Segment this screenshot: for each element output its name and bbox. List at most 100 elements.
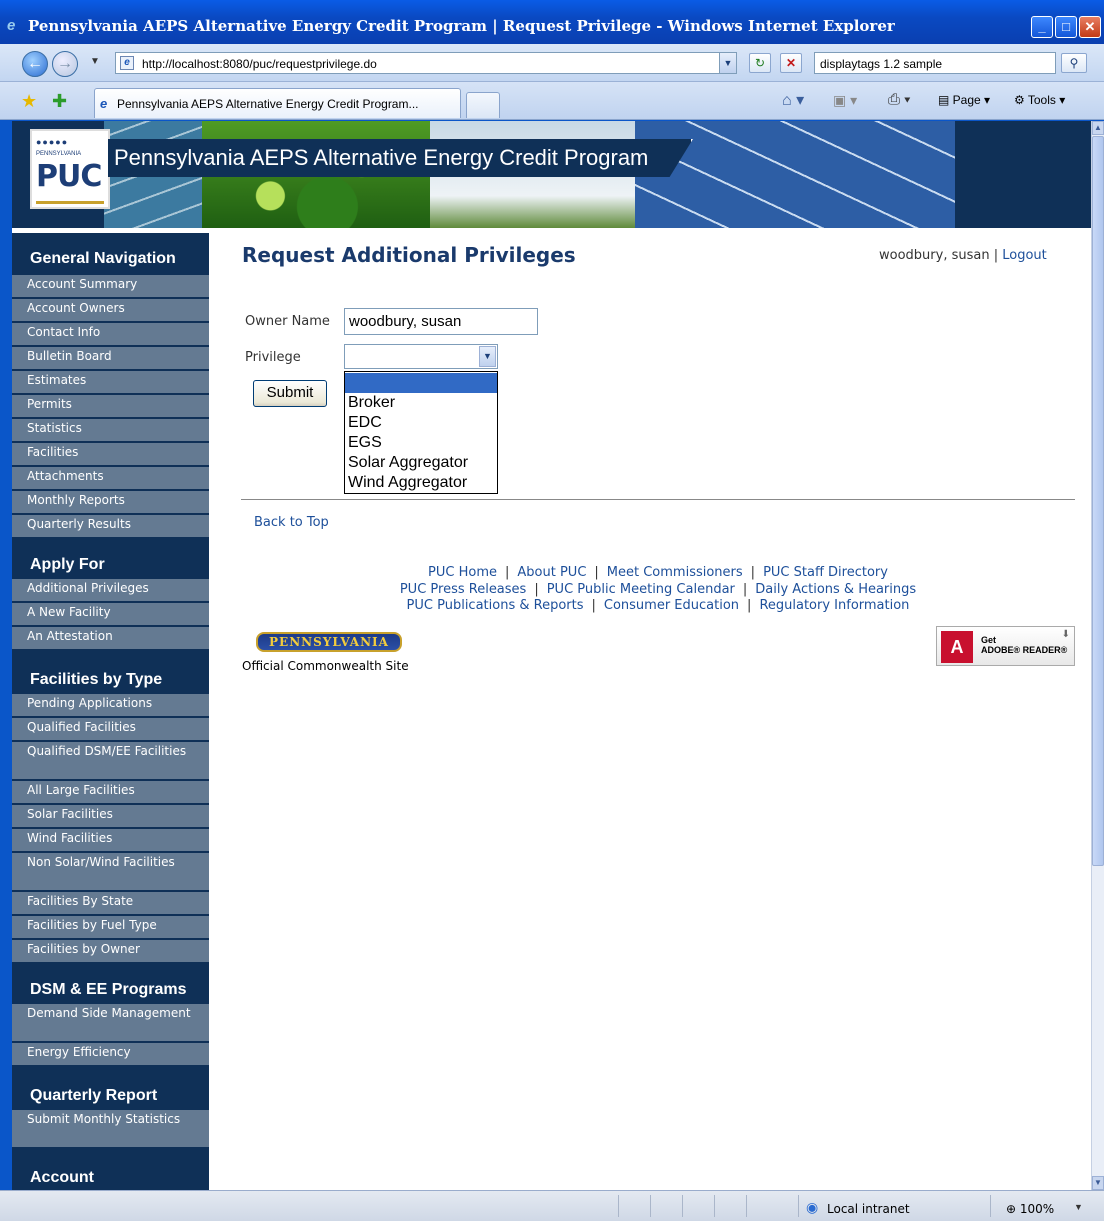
privilege-option-edc[interactable]: EDC (345, 413, 497, 433)
puc-logo[interactable]: ●●●●● PENNSYLVANIA PUC (30, 129, 110, 209)
home-icon[interactable]: ⌂ ▾ (782, 90, 804, 110)
sidebar-item-non-solar-wind[interactable]: Non Solar/Wind Facilities (12, 853, 209, 892)
recent-pages-dropdown-icon[interactable]: ▼ (90, 56, 100, 67)
scroll-up-arrow-icon[interactable]: ▲ (1092, 121, 1104, 135)
pennsylvania-logo-subtitle: Official Commonwealth Site (242, 659, 409, 673)
owner-name-field[interactable]: woodbury, susan (344, 308, 538, 335)
footer-link-regulatory-information[interactable]: Regulatory Information (759, 598, 909, 613)
url-text: http://localhost:8080/puc/requestprivile… (142, 57, 377, 71)
footer-link-about-puc[interactable]: About PUC (517, 565, 586, 580)
owner-name-label: Owner Name (245, 314, 330, 329)
logout-link[interactable]: Logout (1002, 248, 1047, 263)
status-divider (746, 1195, 747, 1217)
tab-label: Pennsylvania AEPS Alternative Energy Cre… (117, 97, 419, 111)
tools-menu[interactable]: ⚙ Tools ▾ (1014, 93, 1065, 107)
sidebar-item-bulletin-board[interactable]: Bulletin Board (12, 347, 209, 371)
sidebar-item-estimates[interactable]: Estimates (12, 371, 209, 395)
print-icon[interactable]: ⎙ ▾ (888, 91, 910, 108)
page-menu[interactable]: ▤ Page ▾ (938, 93, 990, 107)
tab-toolbar: ★ ✚ e Pennsylvania AEPS Alternative Ener… (0, 82, 1104, 120)
footer-link-puc-home[interactable]: PUC Home (428, 565, 497, 580)
window-titlebar[interactable]: e Pennsylvania AEPS Alternative Energy C… (0, 0, 1104, 44)
stop-button[interactable]: ✕ (780, 53, 802, 73)
security-zone-text: Local intranet (827, 1202, 910, 1216)
sidebar-item-facilities[interactable]: Facilities (12, 443, 209, 467)
sidebar-item-facilities-by-owner[interactable]: Facilities by Owner (12, 940, 209, 964)
sidebar-item-monthly-reports[interactable]: Monthly Reports (12, 491, 209, 515)
sidebar-item-facilities-by-fuel-type[interactable]: Facilities by Fuel Type (12, 916, 209, 940)
search-input[interactable]: displaytags 1.2 sample (814, 52, 1056, 74)
address-toolbar: ← → ▼ e http://localhost:8080/puc/reques… (0, 44, 1104, 82)
zoom-dropdown-icon[interactable]: ▼ (1074, 1202, 1083, 1212)
sidebar-item-qualified-facilities[interactable]: Qualified Facilities (12, 718, 209, 742)
adobe-get-text: Get (981, 635, 997, 645)
new-tab-button[interactable] (466, 92, 500, 118)
address-dropdown-icon[interactable]: ▼ (719, 53, 736, 73)
forward-button[interactable]: → (52, 51, 78, 77)
vertical-scrollbar[interactable]: ▲ ▼ (1091, 121, 1104, 1190)
status-divider (682, 1195, 683, 1217)
sidebar-item-statistics[interactable]: Statistics (12, 419, 209, 443)
footer-link-publications[interactable]: PUC Publications & Reports (407, 598, 584, 613)
footer-link-press-releases[interactable]: PUC Press Releases (400, 582, 526, 597)
sidebar-item-account-summary[interactable]: Account Summary (12, 275, 209, 299)
zoom-level[interactable]: ⊕ 100% (1006, 1202, 1054, 1216)
sidebar-item-solar-facilities[interactable]: Solar Facilities (12, 805, 209, 829)
back-to-top-link[interactable]: Back to Top (254, 515, 329, 530)
chevron-down-icon[interactable]: ▼ (479, 346, 496, 367)
sidebar-item-submit-monthly-statistics[interactable]: Submit Monthly Statistics (12, 1110, 209, 1149)
get-adobe-reader-badge[interactable]: A Get ADOBE® READER® ⬇ (936, 626, 1075, 666)
sidebar-item-contact-info[interactable]: Contact Info (12, 323, 209, 347)
maximize-button[interactable]: □ (1055, 16, 1077, 38)
sidebar-heading-general-navigation: General Navigation (30, 250, 176, 267)
logo-underline (36, 201, 104, 204)
footer-link-staff-directory[interactable]: PUC Staff Directory (763, 565, 888, 580)
scrollbar-thumb[interactable] (1092, 136, 1104, 866)
privilege-select[interactable]: ▼ (344, 344, 498, 369)
privilege-dropdown-list[interactable]: Broker EDC EGS Solar Aggregator Wind Agg… (344, 371, 498, 494)
sidebar-item-attestation[interactable]: An Attestation (12, 627, 209, 651)
privilege-label: Privilege (245, 350, 301, 365)
sidebar-heading-account: Account (30, 1169, 94, 1186)
minimize-button[interactable]: _ (1031, 16, 1053, 38)
search-button[interactable]: ⚲ (1061, 53, 1087, 73)
logo-state-text: PENNSYLVANIA (36, 151, 82, 157)
scroll-down-arrow-icon[interactable]: ▼ (1092, 1176, 1104, 1190)
footer-link-meeting-calendar[interactable]: PUC Public Meeting Calendar (547, 582, 735, 597)
feeds-icon[interactable]: ▣ ▾ (833, 92, 857, 109)
sidebar-item-demand-side-management[interactable]: Demand Side Management (12, 1004, 209, 1043)
sidebar-item-pending-applications[interactable]: Pending Applications (12, 694, 209, 718)
privilege-option-egs[interactable]: EGS (345, 433, 497, 453)
address-bar[interactable]: e http://localhost:8080/puc/requestprivi… (115, 52, 737, 74)
close-button[interactable]: ✕ (1079, 16, 1101, 38)
sidebar-item-energy-efficiency[interactable]: Energy Efficiency (12, 1043, 209, 1067)
sidebar-item-permits[interactable]: Permits (12, 395, 209, 419)
download-arrow-icon: ⬇ (1061, 629, 1070, 640)
footer-link-meet-commissioners[interactable]: Meet Commissioners (607, 565, 743, 580)
sidebar-item-additional-privileges[interactable]: Additional Privileges (12, 579, 209, 603)
pennsylvania-logo[interactable]: PENNSYLVANIA Official Commonwealth Site (242, 629, 417, 679)
sidebar-item-wind-facilities[interactable]: Wind Facilities (12, 829, 209, 853)
sidebar-item-account-owners[interactable]: Account Owners (12, 299, 209, 323)
footer-link-consumer-education[interactable]: Consumer Education (604, 598, 739, 613)
privilege-option-solar-aggregator[interactable]: Solar Aggregator (345, 453, 497, 473)
sidebar-item-facilities-by-state[interactable]: Facilities By State (12, 892, 209, 916)
site-banner: ●●●●● PENNSYLVANIA PUC Pennsylvania AEPS… (12, 121, 1091, 228)
privilege-option-broker[interactable]: Broker (345, 393, 497, 413)
sidebar-item-qualified-dsm-ee[interactable]: Qualified DSM/EE Facilities (12, 742, 209, 781)
footer-link-daily-actions[interactable]: Daily Actions & Hearings (755, 582, 916, 597)
banner-title: Pennsylvania AEPS Alternative Energy Cre… (114, 145, 649, 170)
privilege-option-wind-aggregator[interactable]: Wind Aggregator (345, 473, 497, 493)
tab-current[interactable]: e Pennsylvania AEPS Alternative Energy C… (94, 88, 461, 118)
back-button[interactable]: ← (22, 51, 48, 77)
sidebar-item-attachments[interactable]: Attachments (12, 467, 209, 491)
sidebar-item-quarterly-results[interactable]: Quarterly Results (12, 515, 209, 539)
privilege-option-blank[interactable] (345, 373, 497, 393)
add-favorites-icon[interactable]: ✚ (52, 91, 67, 112)
submit-button[interactable]: Submit (253, 380, 327, 407)
sidebar-item-all-large-facilities[interactable]: All Large Facilities (12, 781, 209, 805)
refresh-button[interactable]: ↻ (749, 53, 771, 73)
sidebar-item-new-facility[interactable]: A New Facility (12, 603, 209, 627)
favorites-star-icon[interactable]: ★ (21, 91, 37, 112)
adobe-pdf-icon: A (941, 631, 973, 663)
